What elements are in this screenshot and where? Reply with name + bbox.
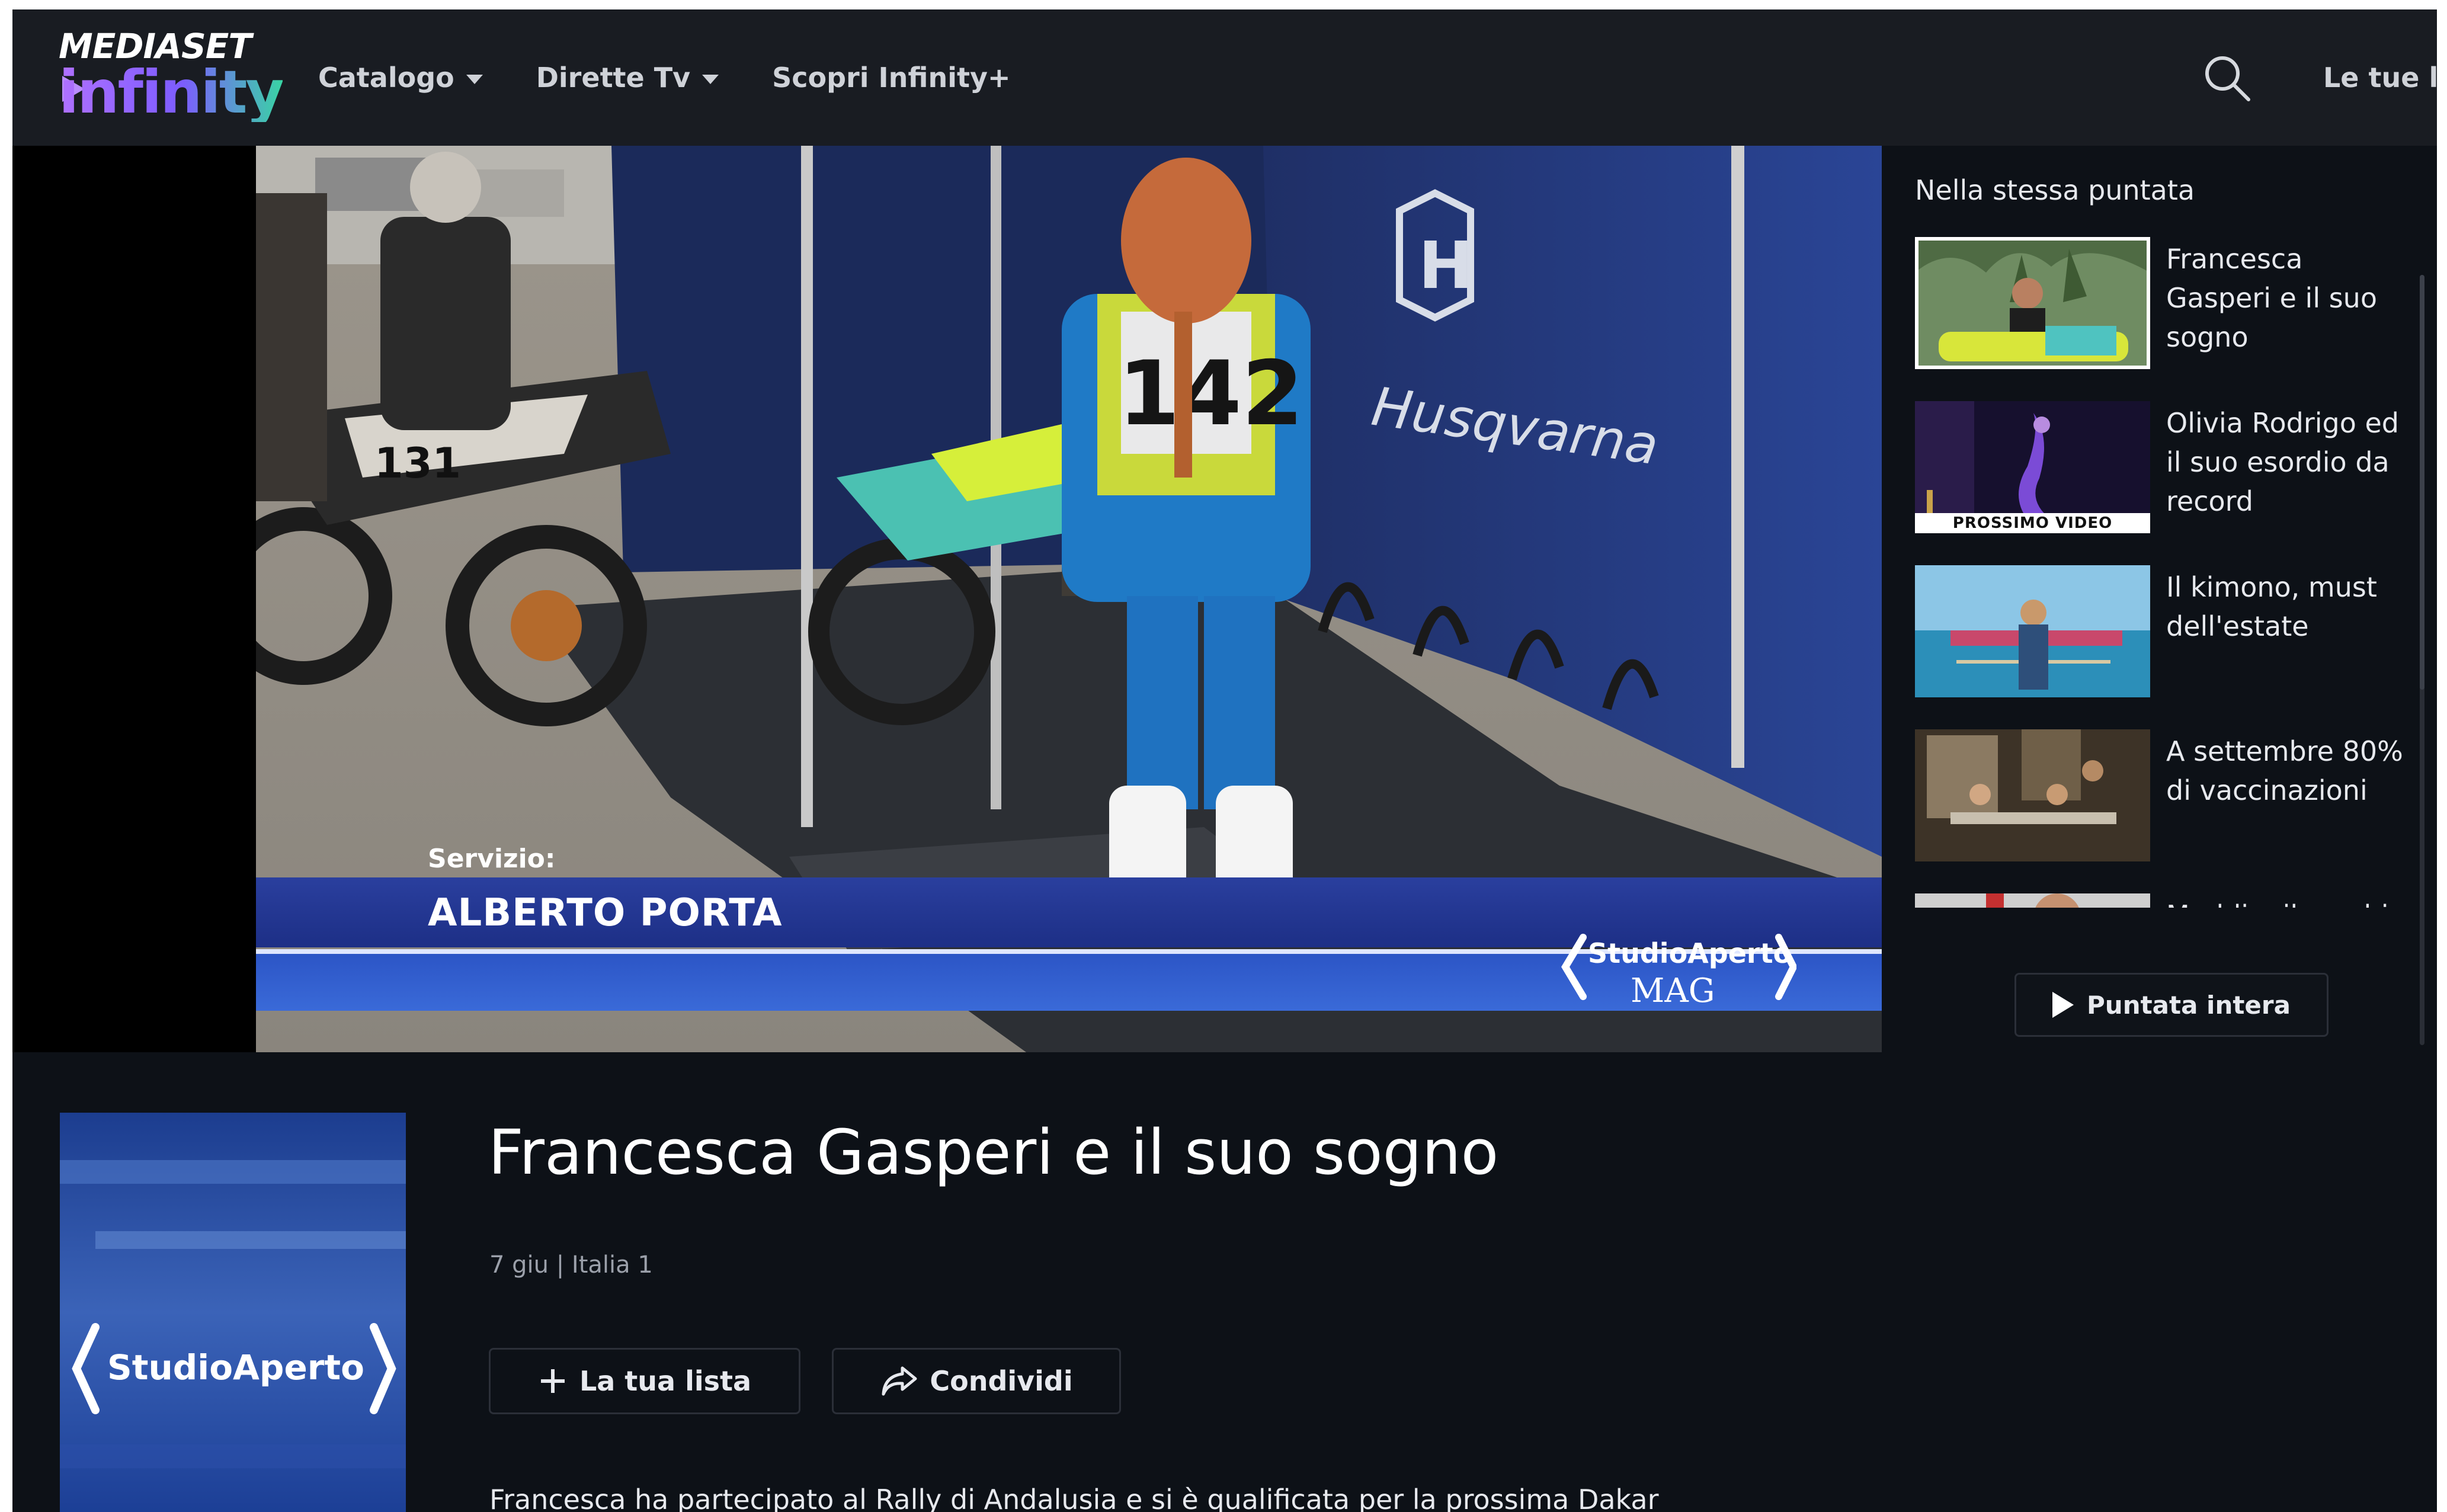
share-label: Condividi [930,1365,1073,1397]
main-nav: Catalogo Dirette Tv Scopri Infinity+ [318,9,1011,146]
play-icon [2052,992,2074,1018]
nav-dirette-tv[interactable]: Dirette Tv [536,62,719,94]
related-item[interactable]: PROSSIMO VIDEO Olivia Rodrigo ed il suo … [1915,401,2413,565]
related-item[interactable]: A settembre 80% di vaccinazioni [1915,729,2413,893]
thumbnail [1915,729,2150,861]
episode-title: Francesca Gasperi e il suo sogno [488,1116,1499,1189]
nav-catalogo-label: Catalogo [318,62,454,94]
related-list[interactable]: Francesca Gasperi e il suo sogno PROSSIM… [1915,237,2413,908]
thumbnail [1915,237,2150,369]
related-item-title: A settembre 80% di vaccinazioni [2166,735,2403,806]
add-to-list-button[interactable]: La tua lista [489,1348,800,1414]
svg-text:131: 131 [374,439,461,488]
reporter-name: ALBERTO PORTA [428,891,783,935]
mediaset-infinity-logo[interactable]: MEDIASET infinity [59,26,284,133]
panel-title: Nella stessa puntata [1915,174,2195,206]
share-button[interactable]: Condividi [832,1348,1121,1414]
related-videos-panel: Nella stessa puntata Francesca Gasperi e… [1882,146,2437,1052]
full-episode-label: Puntata intera [2087,990,2291,1020]
nav-dirette-tv-label: Dirette Tv [536,62,691,94]
logo-bottom: infinity [59,57,284,127]
next-video-badge: PROSSIMO VIDEO [1915,513,2150,533]
my-lists-link[interactable]: Le tue li [2323,9,2437,146]
video-player[interactable]: Husqvarna H 131 142 Servizio: ALBERTO PO… [256,146,1882,1052]
svg-text:142: 142 [1118,342,1303,446]
chevron-down-icon [702,75,719,84]
episode-meta: 7 giu | Italia 1 [489,1251,653,1279]
top-header: MEDIASET infinity Catalogo Dirette Tv Sc… [12,9,2437,146]
related-item[interactable]: Il kimono, must dell'estate [1915,565,2413,729]
episode-description: Francesca ha partecipato al Rally di And… [489,1484,1659,1512]
full-episode-button[interactable]: Puntata intera [2014,973,2329,1037]
program-poster[interactable]: StudioAperto [60,1113,406,1512]
nav-scopri-label: Scopri Infinity+ [772,62,1011,94]
thumbnail [1915,893,2150,908]
poster-logo-text: StudioAperto [107,1347,364,1388]
related-item-title: Francesca Gasperi e il suo sogno [2166,243,2377,353]
thumbnail [1915,565,2150,697]
search-icon[interactable] [2201,52,2254,105]
related-item[interactable]: Maddie, il cerchio [1915,893,2413,908]
episode-info: StudioAperto Francesca Gasperi e il suo … [12,1052,2437,1512]
related-item-title: Il kimono, must dell'estate [2166,571,2377,642]
related-item[interactable]: Francesca Gasperi e il suo sogno [1915,237,2413,401]
nav-scopri-infinity[interactable]: Scopri Infinity+ [772,62,1010,94]
studio-aperto-mag-logo: StudioAperto MAG [1559,925,1796,1020]
nav-catalogo[interactable]: Catalogo [318,62,483,94]
svg-text:H: H [1418,228,1473,303]
scroll-thumb[interactable] [2420,275,2424,690]
add-to-list-label: La tua lista [579,1365,752,1397]
related-item-title: Maddie, il cerchio [2166,896,2413,908]
share-icon [882,1366,917,1396]
plus-icon [540,1369,565,1393]
chevron-down-icon [466,75,483,84]
panel-scrollbar[interactable] [2420,275,2424,1045]
related-item-title: Olivia Rodrigo ed il suo esordio da reco… [2166,407,2399,517]
servizio-label: Servizio: [428,844,556,874]
thumbnail: PROSSIMO VIDEO [1915,401,2150,533]
app: MEDIASET infinity Catalogo Dirette Tv Sc… [12,9,2437,1512]
